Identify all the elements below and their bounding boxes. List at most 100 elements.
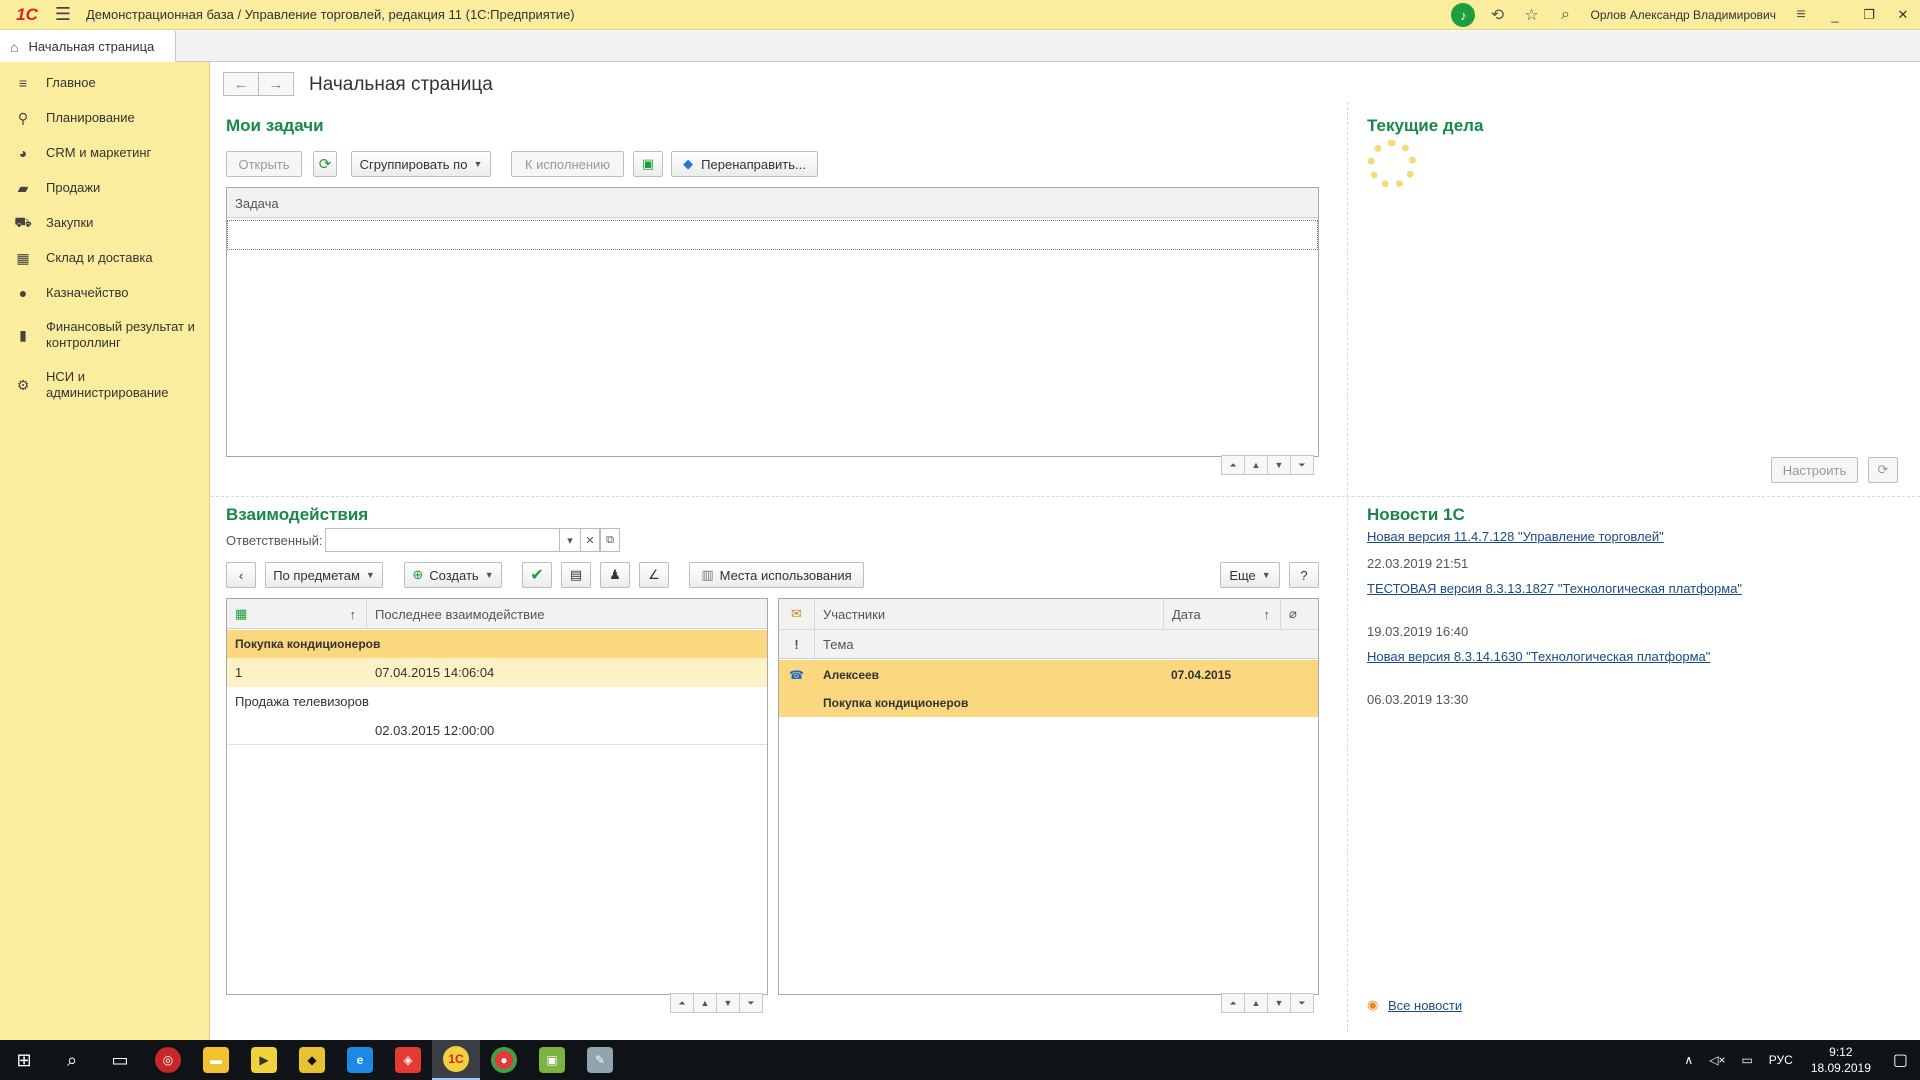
refresh-affairs-icon[interactable]: ⟳ xyxy=(1868,457,1898,483)
responsible-input[interactable] xyxy=(325,528,560,552)
by-subjects-button[interactable]: По предметам ▼ xyxy=(265,562,383,588)
interactions-grid[interactable]: ✉ Участники Дата ↑ ⌀ ! Тема ☎ Алексеев 0… xyxy=(778,598,1319,995)
scroll-up-icon[interactable]: ▲ xyxy=(1244,993,1268,1013)
tools-app-icon[interactable]: ✎ xyxy=(576,1040,624,1080)
create-button[interactable]: ⊕ Создать ▼ xyxy=(404,562,502,588)
scroll-bottom-icon[interactable]: ⏷ xyxy=(1290,993,1314,1013)
subjects-grid[interactable]: ▦ ↑ Последнее взаимодействие Покупка кон… xyxy=(226,598,768,995)
network-icon[interactable]: ▭ xyxy=(1741,1053,1752,1067)
column-participants[interactable]: Участники xyxy=(815,599,1164,629)
minimize-button[interactable]: _ xyxy=(1818,0,1852,30)
current-user[interactable]: Орлов Александр Владимирович xyxy=(1590,8,1776,22)
scroll-top-icon[interactable]: ⏶ xyxy=(1221,993,1245,1013)
table-row-empty[interactable] xyxy=(227,220,1318,250)
tasks-grid[interactable]: Задача xyxy=(226,187,1319,457)
table-row-group[interactable]: Покупка кондиционеров xyxy=(227,630,767,658)
help-button[interactable]: ? xyxy=(1289,562,1319,588)
redirect-button[interactable]: ◆ Перенаправить... xyxy=(671,151,818,177)
sidebar-item-admin[interactable]: ⚙ НСИ и администрирование xyxy=(0,367,210,403)
table-row-selected[interactable]: 1 07.04.2015 14:06:04 xyxy=(227,658,767,687)
sidebar-item-purchases[interactable]: ⛟ Закупки xyxy=(0,212,210,234)
refresh-icon[interactable]: ⟳ xyxy=(313,151,337,177)
table-row[interactable]: Продажа телевизоров xyxy=(227,687,767,716)
scroll-up-icon[interactable]: ▲ xyxy=(693,993,717,1013)
clock[interactable]: 9:12 18.09.2019 xyxy=(1811,1044,1871,1076)
internet-explorer-icon[interactable]: e xyxy=(336,1040,384,1080)
column-task[interactable]: Задача xyxy=(227,188,1318,218)
accept-task-icon[interactable]: ▣ xyxy=(633,151,663,177)
scroll-bottom-icon[interactable]: ⏷ xyxy=(739,993,763,1013)
group-by-button[interactable]: Сгруппировать по ▼ xyxy=(351,151,491,177)
news-link[interactable]: Новая версия 11.4.7.128 "Управление торг… xyxy=(1367,529,1664,544)
scroll-bottom-icon[interactable]: ⏷ xyxy=(1290,455,1314,475)
scroll-up-icon[interactable]: ▲ xyxy=(1244,455,1268,475)
1c-app-icon[interactable]: 1С xyxy=(432,1040,480,1080)
tab-home[interactable]: ⌂ Начальная страница xyxy=(0,31,176,62)
action-center-icon[interactable]: ▢ xyxy=(1893,1050,1908,1070)
back-button[interactable]: ← xyxy=(223,72,259,96)
notifications-button[interactable]: ♪ xyxy=(1446,0,1480,30)
sidebar-item-financial-result[interactable]: ▮ Финансовый результат и контроллинг xyxy=(0,317,210,353)
history-icon[interactable]: ⟲ xyxy=(1480,0,1514,30)
paperclip-icon[interactable]: ⌀ xyxy=(1281,599,1318,629)
batman-app-icon[interactable]: ◆ xyxy=(288,1040,336,1080)
open-task-button[interactable]: Открыть xyxy=(226,151,302,177)
to-execution-button[interactable]: К исполнению xyxy=(511,151,624,177)
scroll-down-icon[interactable]: ▼ xyxy=(1267,455,1291,475)
usage-places-button[interactable]: ▥ Места использования xyxy=(689,562,864,588)
envelope-icon[interactable]: ✉ xyxy=(779,599,815,629)
sidebar-item-main[interactable]: ≡ Главное xyxy=(0,72,210,94)
keyboard-language[interactable]: РУС xyxy=(1769,1053,1793,1067)
table-row-selected-topic[interactable]: Покупка кондиционеров xyxy=(779,689,1318,717)
chrome-icon[interactable]: ● xyxy=(480,1040,528,1080)
android-app-icon[interactable]: ▣ xyxy=(528,1040,576,1080)
collapse-left-icon[interactable]: ‹ xyxy=(226,562,256,588)
search-icon[interactable]: ⌕ xyxy=(48,1040,96,1080)
sidebar-item-planning[interactable]: ⚲ Планирование xyxy=(0,107,210,129)
bell-icon: ♪ xyxy=(1451,3,1476,27)
player-app-icon[interactable]: ▶ xyxy=(240,1040,288,1080)
check-mark-icon[interactable]: ✔ xyxy=(522,562,552,588)
dropdown-chevron-icon[interactable]: ▾ xyxy=(559,528,581,552)
sidebar-item-label: Финансовый результат и контроллинг xyxy=(46,319,195,350)
column-date[interactable]: Дата ↑ xyxy=(1164,599,1281,629)
scroll-down-icon[interactable]: ▼ xyxy=(1267,993,1291,1013)
document-icon[interactable]: ▤ xyxy=(561,562,591,588)
anydesk-icon[interactable]: ◈ xyxy=(384,1040,432,1080)
scroll-down-icon[interactable]: ▼ xyxy=(716,993,740,1013)
configure-button[interactable]: Настроить xyxy=(1771,457,1858,483)
table-row-selected[interactable]: ☎ Алексеев 07.04.2015 xyxy=(779,660,1318,689)
app-recorder-icon[interactable]: ◎ xyxy=(144,1040,192,1080)
all-news-link[interactable]: Все новости xyxy=(1388,998,1462,1013)
task-view-icon[interactable]: ▭ xyxy=(96,1040,144,1080)
search-icon[interactable]: ⌕ xyxy=(1548,0,1582,30)
news-link[interactable]: ТЕСТОВАЯ версия 8.3.13.1827 "Технологиче… xyxy=(1367,581,1742,596)
main-menu-icon[interactable]: ☰ xyxy=(48,4,78,25)
news-link[interactable]: Новая версия 8.3.14.1630 "Технологическа… xyxy=(1367,649,1710,664)
forward-button[interactable]: → xyxy=(258,72,294,96)
sidebar-item-crm[interactable]: ◕ CRM и маркетинг xyxy=(0,142,210,164)
scroll-top-icon[interactable]: ⏶ xyxy=(1221,455,1245,475)
importance-icon[interactable]: ! xyxy=(779,629,815,659)
column-subject[interactable]: ▦ ↑ xyxy=(227,599,367,629)
person-icon[interactable]: ♟ xyxy=(600,562,630,588)
settings-menu-icon[interactable]: ≡ xyxy=(1784,0,1818,30)
column-topic[interactable]: Тема xyxy=(815,629,1318,659)
scroll-top-icon[interactable]: ⏶ xyxy=(670,993,694,1013)
edit-icon[interactable]: ∠ xyxy=(639,562,669,588)
sidebar-item-warehouse[interactable]: ▦ Склад и доставка xyxy=(0,247,210,269)
more-button[interactable]: Еще ▼ xyxy=(1220,562,1280,588)
close-window-button[interactable]: ✕ xyxy=(1886,0,1920,30)
clear-icon[interactable]: ✕ xyxy=(580,528,600,552)
sidebar-item-treasury[interactable]: ● Казначейство xyxy=(0,282,210,304)
file-explorer-icon[interactable]: ▬ xyxy=(192,1040,240,1080)
windows-start-icon[interactable]: ⊞ xyxy=(0,1040,48,1080)
column-last-interaction[interactable]: Последнее взаимодействие xyxy=(367,599,767,629)
tray-chevron-up-icon[interactable]: ∧ xyxy=(1684,1053,1693,1067)
sidebar-item-sales[interactable]: ▰ Продажи xyxy=(0,177,210,199)
volume-icon[interactable]: ◁× xyxy=(1709,1053,1725,1067)
restore-button[interactable]: ❐ xyxy=(1852,0,1886,30)
favorites-star-icon[interactable]: ☆ xyxy=(1514,0,1548,30)
table-row[interactable]: 02.03.2015 12:00:00 xyxy=(227,716,767,745)
open-link-icon[interactable]: ⧉ xyxy=(600,528,620,552)
